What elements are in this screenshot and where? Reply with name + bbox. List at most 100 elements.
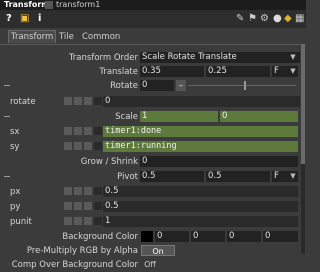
mode-toggle[interactable] (64, 127, 72, 135)
grow-shrink-field[interactable]: 0 (140, 156, 298, 167)
title-bar: Transform transform1 (0, 0, 306, 10)
mode-toggle[interactable] (94, 127, 102, 135)
dot-icon[interactable]: ● (273, 13, 282, 25)
mode-toggle[interactable] (84, 187, 92, 195)
background-color-g[interactable]: 0 (191, 231, 225, 242)
param-comp-over: Comp Over Background Color Off (0, 259, 306, 271)
tab-transform[interactable]: Transform (8, 30, 57, 43)
scale-label: Scale (115, 112, 138, 122)
question-icon[interactable]: ? (6, 13, 12, 25)
mode-toggle[interactable] (84, 97, 92, 105)
pivot-y-field[interactable]: 0.5 (206, 171, 270, 182)
mode-toggle[interactable] (94, 187, 102, 195)
param-px: px 0.5 (0, 186, 306, 198)
param-py: py 0.5 (0, 201, 306, 213)
param-grow-shrink: Grow / Shrink 0 (0, 156, 306, 168)
mode-toggle[interactable] (84, 127, 92, 135)
flag-icon[interactable]: ⚑ (248, 13, 257, 25)
scrollbar[interactable] (301, 44, 305, 254)
param-sx: sx timer1:done (0, 126, 306, 138)
tab-tile[interactable]: Tile (59, 31, 74, 43)
rotate-minus-button[interactable]: – (176, 80, 186, 91)
sx-expression-field[interactable]: timer1:done (103, 126, 298, 137)
collapse-dash-icon[interactable] (4, 116, 10, 117)
mode-toggle[interactable] (64, 202, 72, 210)
mode-toggle[interactable] (64, 217, 72, 225)
mode-toggle[interactable] (84, 217, 92, 225)
param-premultiply: Pre-Multiply RGB by Alpha On (0, 245, 306, 257)
rotate-expr-field[interactable]: 0 (103, 96, 300, 107)
param-sy: sy timer1:running (0, 141, 306, 153)
rotate-slider-track[interactable] (188, 85, 296, 86)
scale-x-field[interactable]: 1 (140, 111, 218, 122)
translate-x-field[interactable]: 0.35 (140, 66, 204, 77)
mode-toggle[interactable] (74, 217, 82, 225)
pivot-label: Pivot (117, 172, 138, 182)
param-punit: punit 1 (0, 216, 306, 228)
py-field[interactable]: 0.5 (103, 201, 298, 212)
rotate-slider-knob[interactable] (244, 81, 246, 90)
transform-order-menu[interactable]: Scale Rotate Translate (140, 52, 300, 63)
rotate-field[interactable]: 0 (140, 80, 174, 91)
info-icon[interactable]: i (38, 13, 41, 25)
gear-icon[interactable]: ⚙ (260, 13, 269, 25)
param-rotate: Rotate 0 – (0, 80, 306, 92)
mode-toggle[interactable] (84, 202, 92, 210)
operator-type: Transform (4, 0, 50, 9)
pivot-x-field[interactable]: 0.5 (140, 171, 204, 182)
grow-shrink-label: Grow / Shrink (80, 157, 138, 167)
collapse-dash-icon[interactable] (4, 85, 10, 86)
operator-name[interactable]: transform1 (56, 0, 100, 10)
punit-field[interactable]: 1 (103, 216, 298, 227)
rotate-label: Rotate (110, 81, 138, 91)
mode-toggle[interactable] (64, 187, 72, 195)
param-scale: Scale 1 0 (0, 111, 306, 123)
icon-toolbar: ? ▣ i ✎ ⚑ ⚙ ● ◆ ▦ (0, 10, 306, 28)
mode-toggle[interactable] (74, 97, 82, 105)
scale-y-field[interactable]: 0 (220, 111, 298, 122)
tab-common[interactable]: Common (82, 31, 120, 43)
comp-over-label: Comp Over Background Color (11, 260, 138, 270)
parameter-panel: Transform transform1 ? ▣ i ✎ ⚑ ⚙ ● ◆ ▦ T… (0, 0, 306, 272)
param-transform-order: Transform Order Scale Rotate Translate ▼ (0, 52, 306, 64)
mode-toggle[interactable] (94, 97, 102, 105)
sy-label: sy (10, 142, 20, 152)
comp-over-toggle[interactable]: Off (141, 259, 159, 270)
mode-toggle[interactable] (74, 142, 82, 150)
mode-toggle[interactable] (94, 142, 102, 150)
param-background-color: Background Color 0 0 0 0 (0, 231, 306, 243)
mode-toggle[interactable] (94, 217, 102, 225)
header-checkbox[interactable] (45, 1, 53, 9)
param-rotate-expr: rotate 0 (0, 96, 306, 108)
background-color-b[interactable]: 0 (227, 231, 261, 242)
mode-toggle[interactable] (64, 142, 72, 150)
mode-toggle[interactable] (74, 187, 82, 195)
mode-toggle[interactable] (64, 97, 72, 105)
python-color-icon[interactable]: ◆ (284, 13, 292, 25)
param-pivot: Pivot 0.5 0.5 F ▼ (0, 171, 306, 183)
mode-toggle[interactable] (94, 202, 102, 210)
translate-y-field[interactable]: 0.25 (206, 66, 270, 77)
collapse-dash-icon[interactable] (4, 176, 10, 177)
py-label: py (10, 202, 21, 212)
scrollbar-thumb[interactable] (301, 44, 305, 164)
tab-bar: Transform Tile Common (0, 30, 306, 45)
color-swatch[interactable] (141, 231, 153, 242)
translate-label: Translate (99, 67, 138, 77)
transform-order-label: Transform Order (68, 53, 138, 63)
background-color-a[interactable]: 0 (263, 231, 298, 242)
mode-toggle[interactable] (74, 127, 82, 135)
sy-expression-field[interactable]: timer1:running (103, 141, 298, 152)
python-icon[interactable]: ▣ (20, 13, 29, 25)
grid-icon[interactable]: ▦ (295, 13, 304, 25)
premultiply-toggle[interactable]: On (141, 245, 175, 256)
pencil-icon[interactable]: ✎ (236, 13, 244, 25)
background-color-r[interactable]: 0 (155, 231, 189, 242)
sx-label: sx (10, 127, 20, 137)
mode-toggle[interactable] (74, 202, 82, 210)
mode-toggle[interactable] (84, 142, 92, 150)
chevron-down-icon: ▼ (290, 172, 296, 180)
px-label: px (10, 187, 21, 197)
px-field[interactable]: 0.5 (103, 186, 298, 197)
chevron-down-icon: ▼ (290, 67, 296, 75)
